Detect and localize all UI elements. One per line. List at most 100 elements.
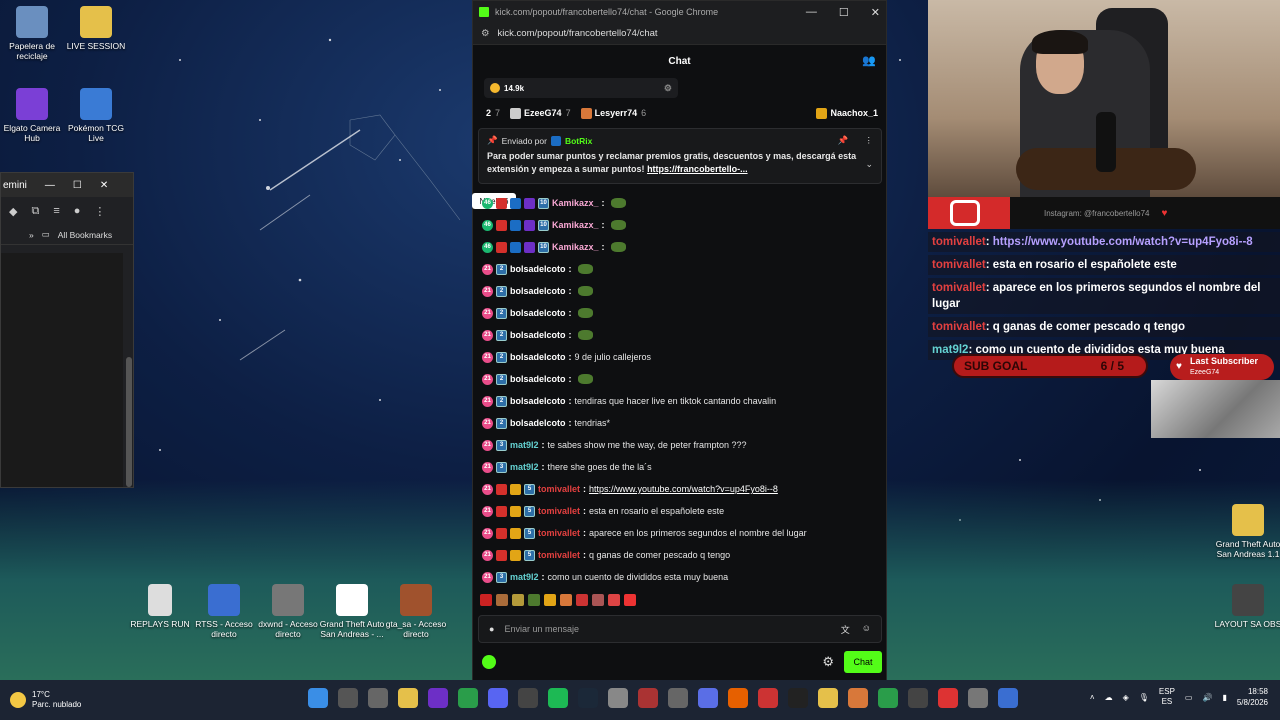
notepad-icon[interactable] [398, 688, 418, 708]
task-view-icon[interactable] [368, 688, 388, 708]
level-number-badge[interactable]: 2 [496, 307, 507, 319]
level-badge-icon[interactable]: 21 [482, 483, 493, 495]
desktop-icon-gta-sa-shortcut[interactable]: gta_sa - Acceso directo [380, 584, 452, 639]
minimize-button[interactable]: — [806, 6, 817, 19]
emote-icon[interactable] [610, 198, 626, 208]
cloud-icon[interactable]: ☁ [1105, 693, 1113, 702]
desktop-icon-pokemon[interactable]: Pokémon TCG Live [60, 88, 132, 143]
badge-icon[interactable] [524, 197, 535, 209]
chevron-right-icon[interactable]: » [29, 230, 34, 240]
media-icon[interactable]: ≡ [53, 205, 59, 217]
settings-icon[interactable] [968, 688, 988, 708]
emote-icon[interactable] [560, 594, 572, 606]
level-number-badge[interactable]: 3 [496, 439, 507, 451]
desktop-icon-layout-obs[interactable]: LAYOUT SA OBS [1212, 584, 1280, 629]
profile-icon[interactable]: ● [74, 205, 81, 217]
leader-naachox[interactable]: Naachox_1 [816, 107, 878, 119]
sub-badge-icon[interactable] [496, 483, 507, 495]
network-icon[interactable]: ▭ [1185, 693, 1193, 702]
app-icon[interactable] [908, 688, 928, 708]
badge-icon[interactable] [524, 241, 535, 253]
terminal-icon[interactable] [788, 688, 808, 708]
emote-icon[interactable] [577, 374, 593, 384]
level-badge-icon[interactable]: 21 [482, 571, 493, 583]
level-number-badge[interactable]: 5 [524, 549, 535, 561]
points-pill[interactable]: 14.9k ⚙ [484, 78, 678, 98]
discord-icon[interactable] [488, 688, 508, 708]
emote-icon[interactable] [576, 594, 588, 606]
app-icon[interactable] [848, 688, 868, 708]
search-icon[interactable] [338, 688, 358, 708]
desktop-icon-elgato[interactable]: Elgato Camera Hub [0, 88, 68, 143]
emote-icon[interactable] [610, 220, 626, 230]
translate-icon[interactable]: 文 [841, 623, 850, 636]
sub-badge-icon[interactable] [496, 505, 507, 517]
pinned-message[interactable]: 📌 Enviado por BotRix 📌 ⋮ Para poder suma… [478, 128, 882, 184]
chat-username[interactable]: bolsadelcoto [510, 374, 566, 384]
level-number-badge[interactable]: 2 [496, 417, 507, 429]
chevron-up-icon[interactable]: ˄ [1090, 693, 1095, 702]
emote-icon[interactable] [577, 308, 593, 318]
menu-icon[interactable]: ⋮ [94, 205, 105, 218]
level-badge-icon[interactable]: 46 [482, 219, 493, 231]
badge-icon[interactable] [510, 241, 521, 253]
chat-username[interactable]: Kamikazx_ [552, 198, 599, 208]
app-icon[interactable] [428, 688, 448, 708]
level-badge-icon[interactable]: 21 [482, 505, 493, 517]
emote-icon[interactable] [496, 594, 508, 606]
emote-icon[interactable] [512, 594, 524, 606]
level-badge-icon[interactable]: 21 [482, 417, 493, 429]
maximize-button[interactable]: ☐ [839, 6, 849, 19]
app-icon[interactable] [818, 688, 838, 708]
emote-icon[interactable] [577, 264, 593, 274]
language-indicator[interactable]: ESP ES [1159, 687, 1175, 707]
level-number-badge[interactable]: 5 [524, 527, 535, 539]
level-badge-icon[interactable]: 21 [482, 549, 493, 561]
emote-icon[interactable] [528, 594, 540, 606]
level-number-badge[interactable]: 3 [496, 571, 507, 583]
chat-username[interactable]: Kamikazx_ [552, 242, 599, 252]
bolt-badge-icon[interactable] [510, 483, 521, 495]
sub-badge-icon[interactable] [496, 549, 507, 561]
send-chat-button[interactable]: Chat [844, 651, 882, 673]
site-settings-icon[interactable]: ⚙ [481, 28, 490, 39]
badge-icon[interactable] [496, 197, 507, 209]
desktop-icon-recycle-bin[interactable]: Papelera de reciclaje [0, 6, 68, 61]
level-number-badge[interactable]: 10 [538, 219, 549, 231]
emote-icon[interactable] [624, 594, 636, 606]
unpin-icon[interactable]: 📌 [838, 135, 849, 146]
emote-icon[interactable] [577, 330, 593, 340]
emote-icon[interactable] [608, 594, 620, 606]
level-number-badge[interactable]: 5 [524, 483, 535, 495]
app-icon[interactable] [608, 688, 628, 708]
chat-username[interactable]: bolsadelcoto [510, 352, 566, 362]
firefox-icon[interactable] [728, 688, 748, 708]
start-icon[interactable] [308, 688, 328, 708]
clock[interactable]: 18:58 5/8/2026 [1237, 686, 1268, 708]
bolt-badge-icon[interactable] [510, 527, 521, 539]
leader-ezeeg74[interactable]: EzeeG74 7 [510, 107, 571, 119]
level-badge-icon[interactable]: 21 [482, 307, 493, 319]
level-badge-icon[interactable]: 21 [482, 329, 493, 341]
chat-username[interactable]: bolsadelcoto [510, 264, 566, 274]
emote-icon[interactable] [610, 242, 626, 252]
message-input[interactable]: ● Enviar un mensaje 文 ☺ [478, 615, 882, 643]
level-badge-icon[interactable]: 21 [482, 263, 493, 275]
more-icon[interactable]: ⋮ [865, 135, 874, 146]
maximize-button[interactable]: ☐ [73, 180, 82, 191]
desktop-icon-dxwnd[interactable]: dxwnd - Acceso directo [252, 584, 324, 639]
desktop-icon-replays[interactable]: REPLAYS RUN [124, 584, 196, 629]
app-icon[interactable] [638, 688, 658, 708]
left-browser-window[interactable]: emini — ☐ ✕ ◆ ⧉ ≡ ● ⋮ » ▭ All Bookmarks [0, 172, 134, 488]
level-number-badge[interactable]: 3 [496, 461, 507, 473]
desktop-icon-gta-folder[interactable]: Grand Theft Auto San Andreas 1.1 [1212, 504, 1280, 559]
chat-username[interactable]: bolsadelcoto [510, 308, 566, 318]
chat-username[interactable]: bolsadelcoto [510, 286, 566, 296]
level-number-badge[interactable]: 2 [496, 395, 507, 407]
level-number-badge[interactable]: 2 [496, 329, 507, 341]
desktop-icon-rtss[interactable]: RTSS - Acceso directo [188, 584, 260, 639]
bolt-badge-icon[interactable] [510, 505, 521, 517]
emote-icon[interactable] [577, 286, 593, 296]
gear-icon[interactable]: ⚙ [664, 83, 672, 94]
tab-label[interactable]: emini [3, 180, 27, 191]
